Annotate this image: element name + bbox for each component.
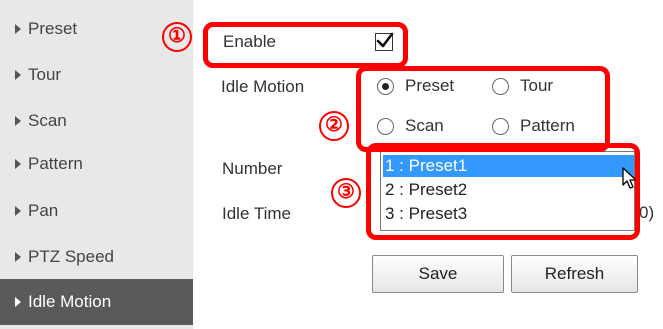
annotation-box-3 — [366, 143, 640, 240]
annotation-marker-2: ② — [319, 111, 349, 141]
sidebar-item-pattern[interactable]: Pattern — [0, 141, 193, 187]
sidebar: Preset Tour Scan Pattern Pan PTZ Speed I… — [0, 0, 193, 329]
sidebar-item-label: Pattern — [28, 154, 83, 173]
sidebar-item-label: Pan — [28, 201, 59, 220]
expand-arrow-icon — [15, 252, 21, 262]
number-label: Number — [222, 159, 283, 178]
idle-time-range-hint: 0) — [639, 203, 655, 222]
sidebar-item-pan[interactable]: Pan — [0, 188, 193, 234]
sidebar-item-label: Preset — [28, 19, 78, 38]
expand-arrow-icon — [15, 159, 21, 169]
sidebar-item-tour[interactable]: Tour — [0, 52, 193, 98]
expand-arrow-icon — [15, 24, 21, 34]
sidebar-item-idle-motion[interactable]: Idle Motion — [0, 279, 193, 325]
idle-motion-label: Idle Motion — [221, 77, 305, 96]
refresh-button[interactable]: Refresh — [511, 255, 638, 293]
sidebar-item-ptz-speed[interactable]: PTZ Speed — [0, 234, 193, 280]
sidebar-item-label: Idle Motion — [28, 292, 112, 311]
sidebar-item-label: PTZ Speed — [28, 247, 114, 266]
annotation-box-1 — [203, 22, 408, 68]
annotation-marker-3: ③ — [331, 178, 361, 208]
sidebar-item-label: Tour — [28, 65, 62, 84]
annotation-box-2 — [356, 66, 610, 152]
expand-arrow-icon — [15, 297, 21, 307]
expand-arrow-icon — [15, 206, 21, 216]
sidebar-item-scan[interactable]: Scan — [0, 98, 193, 144]
expand-arrow-icon — [15, 70, 21, 80]
sidebar-item-label: Scan — [28, 111, 67, 130]
idle-time-label: Idle Time — [222, 204, 291, 223]
save-button[interactable]: Save — [372, 255, 504, 293]
expand-arrow-icon — [15, 116, 21, 126]
annotation-marker-1: ① — [162, 22, 192, 52]
